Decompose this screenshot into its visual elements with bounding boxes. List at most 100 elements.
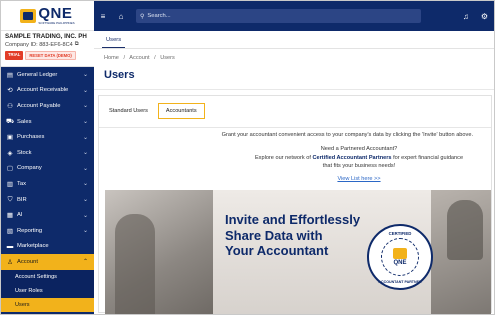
logo-mark-icon <box>20 8 37 23</box>
tabs-divider <box>99 127 491 128</box>
page-title: Users <box>104 69 135 81</box>
sidebar-item-purchases[interactable]: ▣ Purchases ⌄ <box>1 129 94 145</box>
sidebar-item-label: BIR <box>17 196 27 203</box>
user-icon: ♙ <box>7 258 13 266</box>
sidebar-subitem-account-settings[interactable]: Account Settings <box>1 269 94 284</box>
chevron-up-icon: ⌃ <box>82 259 88 266</box>
tab-users[interactable]: Users <box>102 37 126 48</box>
banner-line-1: Invite and Effortlessly <box>225 212 361 227</box>
sidebar-item-label: Sales <box>17 118 32 125</box>
seal-top-text: CERTIFIED <box>388 231 412 236</box>
banner-headline: Invite and Effortlessly Share Data with … <box>225 212 360 259</box>
sidebar-item-account[interactable]: ♙ Account ⌃ <box>1 254 94 270</box>
sidebar-item-label: AI <box>17 212 23 219</box>
chevron-down-icon: ⌄ <box>82 181 88 188</box>
top-bar: ≡ ⌂ ⚲ Search... ♫ ⚙ <box>94 1 494 31</box>
home-icon[interactable]: ⌂ <box>112 12 130 21</box>
accountant-partner-banner: Invite and Effortlessly Share Data with … <box>105 190 491 314</box>
sidebar-item-company[interactable]: ▢ Company ⌄ <box>1 161 94 177</box>
logo-area[interactable]: QNE SOFTWARE PHILIPPINES <box>1 1 94 31</box>
sidebar-item-marketplace[interactable]: ▬ Marketplace <box>1 239 94 255</box>
sidebar-item-reporting[interactable]: ▧ Reporting ⌄ <box>1 223 94 239</box>
explore-message: Explore our network of Certified Account… <box>99 155 491 161</box>
marketplace-icon: ▬ <box>6 242 14 250</box>
users-tabs: Standard Users Accountants <box>105 103 205 119</box>
receivable-icon: ⟲ <box>7 87 13 95</box>
certified-partner-seal-icon: CERTIFIED QNE ACCOUNTANT PARTNER <box>367 224 433 290</box>
sidebar-item-label: Account <box>17 258 38 265</box>
sales-icon: ⛟ <box>6 118 15 126</box>
sidebar-item-label: Purchases <box>17 134 45 141</box>
sidebar-nav: ▤ General Ledger ⌄ ⟲ Account Receivable … <box>1 67 94 312</box>
search-icon: ⚲ <box>140 13 145 20</box>
notification-bell-icon[interactable]: ♫ <box>463 12 469 21</box>
explore-text-pre: Explore our network of <box>254 155 311 161</box>
trial-badge: TRIAL <box>5 51 24 60</box>
company-icon: ▢ <box>6 165 14 173</box>
sidebar-item-ai[interactable]: ▦ AI ⌄ <box>1 207 94 223</box>
breadcrumb: Home / Account / Users <box>104 55 178 61</box>
chevron-down-icon: ⌄ <box>82 165 88 172</box>
chevron-down-icon: ⌄ <box>82 103 88 110</box>
sidebar-subitem-user-roles[interactable]: User Roles <box>1 283 94 298</box>
person-silhouette <box>447 200 483 260</box>
sidebar-item-label: General Ledger <box>17 71 58 78</box>
logo-text: QNE <box>38 5 73 22</box>
sidebar-subitem-users[interactable]: Users <box>1 297 94 312</box>
breadcrumb-users: Users <box>160 55 175 61</box>
sidebar-item-general-ledger[interactable]: ▤ General Ledger ⌄ <box>1 67 94 83</box>
reset-data-button[interactable]: RESET DATA (DEMO) <box>25 51 76 60</box>
chevron-down-icon: ⌄ <box>82 150 88 157</box>
stock-icon: ◈ <box>7 149 13 157</box>
chevron-down-icon: ⌄ <box>82 134 88 141</box>
sidebar-item-sales[interactable]: ⛟ Sales ⌄ <box>1 114 94 130</box>
tab-standard-users[interactable]: Standard Users <box>105 103 152 119</box>
app-window: QNE SOFTWARE PHILIPPINES SAMPLE TRADING,… <box>0 0 495 315</box>
sidebar-item-label: Account Receivable <box>17 87 69 94</box>
view-list-link[interactable]: View List here >> <box>99 176 491 182</box>
chevron-down-icon: ⌄ <box>82 212 88 219</box>
sidebar-item-bir[interactable]: ⛉ BIR ⌄ <box>1 192 94 208</box>
sidebar: QNE SOFTWARE PHILIPPINES SAMPLE TRADING,… <box>1 1 94 314</box>
chevron-down-icon: ⌄ <box>82 228 88 235</box>
company-name: SAMPLE TRADING, INC. PH <box>5 33 87 40</box>
sidebar-item-stock[interactable]: ◈ Stock ⌄ <box>1 145 94 161</box>
page-tabstrip: Users <box>94 31 494 49</box>
company-id: Company ID: 883-EF6-8C4 <box>5 41 73 48</box>
chevron-down-icon: ⌄ <box>82 197 88 204</box>
company-id-row: Company ID: 883-EF6-8C4 ⧉ <box>5 41 90 48</box>
tab-accountants[interactable]: Accountants <box>157 103 205 119</box>
users-panel: Standard Users Accountants Grant your ac… <box>98 95 492 314</box>
breadcrumb-home[interactable]: Home <box>104 55 119 61</box>
purchases-icon: ▣ <box>6 134 14 142</box>
seal-center: QNE <box>381 238 419 276</box>
sidebar-subitem-label: User Roles <box>15 287 43 294</box>
top-bar-actions: ♫ ⚙ <box>463 12 488 21</box>
copy-icon[interactable]: ⧉ <box>75 41 79 48</box>
sidebar-item-label: Account Payable <box>17 102 61 109</box>
search-input[interactable]: ⚲ Search... <box>136 9 421 23</box>
need-accountant-message: Need a Partnered Accountant? <box>320 146 398 152</box>
chevron-down-icon: ⌄ <box>82 87 88 94</box>
banner-line-3: Your Accountant <box>225 243 329 258</box>
logo: QNE SOFTWARE PHILIPPINES <box>20 5 75 25</box>
seal-bottom-text: ACCOUNTANT PARTNER <box>378 280 422 284</box>
company-card: SAMPLE TRADING, INC. PH Company ID: 883-… <box>1 31 94 67</box>
person-silhouette <box>115 214 155 314</box>
business-needs-message: that fits your business needs! <box>322 163 396 169</box>
reporting-icon: ▧ <box>6 227 14 235</box>
breadcrumb-separator: / <box>154 55 156 61</box>
sidebar-item-label: Marketplace <box>17 243 49 250</box>
certified-partners-text: Certified Accountant Partners <box>312 155 392 161</box>
sidebar-item-account-payable[interactable]: ⚇ Account Payable ⌄ <box>1 98 94 114</box>
company-badges: TRIAL RESET DATA (DEMO) <box>5 51 90 60</box>
sidebar-item-tax[interactable]: ▥ Tax ⌄ <box>1 176 94 192</box>
breadcrumb-account[interactable]: Account <box>129 55 149 61</box>
access-message: Grant your accountant convenient access … <box>221 132 473 138</box>
menu-icon[interactable]: ≡ <box>94 12 112 21</box>
logo-subtext: SOFTWARE PHILIPPINES <box>38 21 75 25</box>
sidebar-item-account-receivable[interactable]: ⟲ Account Receivable ⌄ <box>1 83 94 99</box>
settings-gear-icon[interactable]: ⚙ <box>481 12 488 21</box>
sidebar-item-label: Company <box>17 165 42 172</box>
tax-icon: ▥ <box>6 180 14 188</box>
